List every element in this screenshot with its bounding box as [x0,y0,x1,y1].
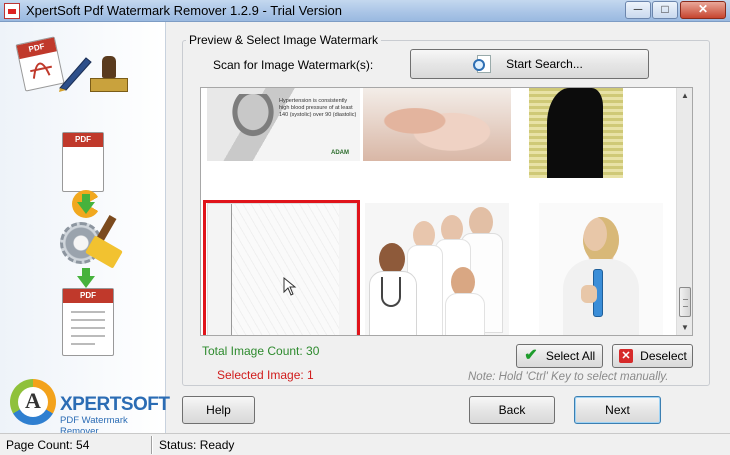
help-button[interactable]: Help [182,396,255,424]
logo-letter: A [25,388,41,413]
image-thumbnail[interactable]: Hypertension is consistently high blood … [207,88,360,161]
page-count-status: Page Count: 54 [6,438,90,452]
mouse-cursor-icon [283,277,297,296]
next-button[interactable]: Next [574,396,661,424]
close-button[interactable]: ✕ [680,1,726,19]
selection-note: Note: Hold 'Ctrl' Key to select manually… [468,371,669,383]
stamp-icon [88,56,130,94]
image-thumbnail-grid[interactable]: Hypertension is consistently high blood … [200,87,693,336]
arrow-down-icon [77,276,95,288]
scroll-down-arrow-icon[interactable]: ▼ [677,320,693,335]
pdf-result-icon: PDF [62,288,114,356]
start-search-button[interactable]: Start Search... [410,49,649,79]
title-bar: XpertSoft Pdf Watermark Remover 1.2.9 - … [0,0,730,22]
left-side-panel: PDF PDF PDF A XPERTSOFT PDF Watermark Re… [0,22,170,437]
window-title: XpertSoft Pdf Watermark Remover 1.2.9 - … [26,3,342,18]
image-thumbnail[interactable] [365,203,509,335]
total-image-count: Total Image Count: 30 [202,344,320,358]
status-separator [151,436,153,454]
scrollbar-thumb[interactable] [679,287,691,317]
maximize-button[interactable]: □ [652,1,678,19]
grid-vertical-scrollbar[interactable]: ▲ ▼ [676,88,692,335]
scroll-up-arrow-icon[interactable]: ▲ [677,88,693,103]
logo-name: XPERTSOFT [60,394,170,415]
app-status: Status: Ready [159,438,235,452]
status-bar: Page Count: 54 Status: Ready [0,433,730,455]
search-document-icon [473,55,495,75]
arrow-down-icon [77,202,95,214]
image-thumbnail[interactable] [363,88,511,161]
scan-label: Scan for Image Watermark(s): [213,58,374,72]
selected-image-count: Selected Image: 1 [217,368,314,382]
back-button[interactable]: Back [469,396,555,424]
group-title: Preview & Select Image Watermark [186,33,381,47]
thumbnail-caption: Hypertension is consistently high blood … [279,98,357,118]
select-all-button[interactable]: ✔ Select All [516,344,603,368]
image-thumbnail[interactable] [529,88,623,178]
app-icon [4,3,20,19]
close-x-icon: ✕ [619,349,633,363]
image-thumbnail[interactable] [539,203,663,335]
minimize-button[interactable]: ─ [625,1,651,19]
pdf-source-icon: PDF [62,132,104,192]
selected-image-frame [203,200,360,335]
deselect-button[interactable]: ✕ Deselect [612,344,693,368]
check-icon: ✔ [524,347,538,364]
thumbnail-brand: ADAM [331,150,349,156]
window-client-area: PDF PDF PDF A XPERTSOFT PDF Watermark Re… [0,22,730,437]
